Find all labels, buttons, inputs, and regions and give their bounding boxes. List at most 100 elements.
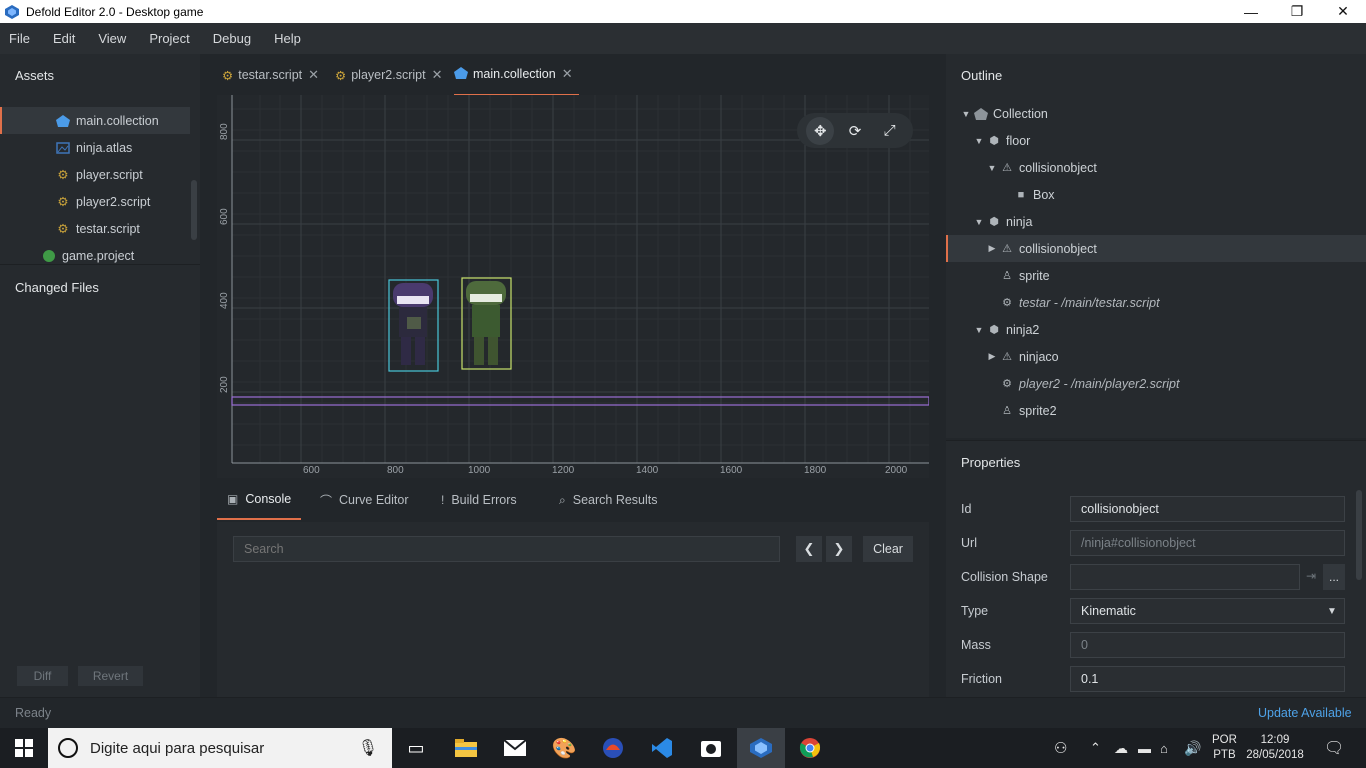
outline-item-ninja-collisionobject[interactable]: ▶ ⚠ collisionobject (946, 235, 1366, 262)
expand-icon[interactable]: ▼ (986, 163, 998, 173)
tab-label: player2.script (351, 68, 426, 82)
outline-item-ninjaco[interactable]: ▶ ⚠ ninjaco (946, 343, 1366, 370)
outline-label: ninja2 (1006, 322, 1040, 337)
properties-scrollbar[interactable] (1356, 490, 1362, 580)
camera-icon[interactable] (687, 728, 735, 768)
outline-item-player2-script[interactable]: ⚙ player2 - /main/player2.script (946, 370, 1366, 397)
tab-search-results[interactable]: ⌕ Search Results (559, 480, 658, 520)
menu-project[interactable]: Project (149, 31, 189, 46)
ninja-sprite[interactable] (388, 279, 439, 372)
asset-item-player2-script[interactable]: ⚙ player2.script (0, 188, 190, 215)
type-select[interactable]: Kinematic ▼ (1070, 598, 1345, 624)
file-explorer-icon[interactable] (442, 728, 490, 768)
language-indicator[interactable]: POR PTB (1212, 728, 1237, 768)
browse-button[interactable]: ... (1323, 564, 1345, 590)
console-search-input[interactable] (233, 536, 780, 562)
scale-tool-icon[interactable]: ⤢ (876, 117, 904, 145)
outline-label: floor (1006, 133, 1031, 148)
volume-icon[interactable]: 🔊 (1184, 728, 1201, 768)
scene-grid (231, 95, 929, 464)
tab-main-collection[interactable]: main.collection ✕ (454, 54, 579, 96)
asset-item-main-collection[interactable]: main.collection (0, 107, 190, 134)
task-view-icon[interactable]: ▭ (392, 728, 440, 768)
menu-file[interactable]: File (9, 31, 30, 46)
show-hidden-icons-icon[interactable]: ⌃ (1090, 728, 1101, 768)
menu-edit[interactable]: Edit (53, 31, 75, 46)
outline-item-testar-script[interactable]: ⚙ testar - /main/testar.script (946, 289, 1366, 316)
outline-item-ninja[interactable]: ▼ ⬢ ninja (946, 208, 1366, 235)
tab-label: Search Results (572, 493, 658, 507)
maximize-button[interactable]: ❐ (1274, 0, 1320, 23)
expand-icon[interactable]: ▶ (986, 243, 998, 254)
windows-taskbar: Digite aqui para pesquisar 🎙 ▭ 🎨 ⚇ ⌃ ☁ ▬… (0, 728, 1366, 768)
taskbar-search[interactable]: Digite aqui para pesquisar 🎙 (48, 728, 392, 768)
microphone-icon[interactable]: 🎙 (358, 738, 378, 758)
url-field[interactable]: /ninja#collisionobject (1070, 530, 1345, 556)
close-tab-icon[interactable]: ✕ (308, 67, 319, 83)
expand-icon[interactable]: ▼ (973, 136, 985, 146)
property-label-friction: Friction (961, 672, 1002, 686)
outline-item-sprite2[interactable]: ♙ sprite2 (946, 397, 1366, 424)
assets-scrollbar[interactable] (191, 180, 197, 240)
diff-button[interactable]: Diff (17, 666, 68, 686)
chrome-icon[interactable] (786, 728, 834, 768)
close-tab-icon[interactable]: ✕ (432, 67, 443, 83)
tab-build-errors[interactable]: ! Build Errors (441, 480, 517, 520)
update-available-link[interactable]: Update Available (1258, 706, 1352, 720)
expand-icon[interactable]: ▼ (973, 325, 985, 335)
chevron-down-icon[interactable]: ▼ (1320, 599, 1344, 623)
asset-item-testar-script[interactable]: ⚙ testar.script (0, 215, 190, 242)
outline-item-collection[interactable]: ▼ Collection (946, 100, 1366, 127)
goto-resource-icon[interactable]: ⇥ (1306, 569, 1316, 583)
asset-item-ninja-atlas[interactable]: ninja.atlas (0, 134, 190, 161)
x-tick-label: 1800 (804, 465, 827, 476)
friction-field[interactable]: 0.1 (1070, 666, 1345, 692)
console-icon: ▣ (227, 492, 239, 506)
id-field[interactable]: collisionobject (1070, 496, 1345, 522)
close-tab-icon[interactable]: ✕ (562, 66, 573, 82)
outline-item-ninja2[interactable]: ▼ ⬢ ninja2 (946, 316, 1366, 343)
outline-item-sprite[interactable]: ♙ sprite (946, 262, 1366, 289)
mail-icon[interactable] (491, 728, 539, 768)
asset-item-player-script[interactable]: ⚙ player.script (0, 161, 190, 188)
outline-item-floor[interactable]: ▼ ⬢ floor (946, 127, 1366, 154)
tab-testar-script[interactable]: ⚙ testar.script ✕ (222, 54, 319, 96)
collision-shape-field[interactable] (1070, 564, 1300, 590)
network-icon[interactable]: ⌂ (1160, 728, 1168, 768)
revert-button[interactable]: Revert (78, 666, 143, 686)
expand-icon[interactable]: ▼ (960, 109, 972, 119)
clock[interactable]: 12:09 28/05/2018 (1246, 728, 1304, 768)
collection-icon (974, 107, 988, 121)
defold-taskbar-icon[interactable] (737, 728, 785, 768)
tab-curve-editor[interactable]: ⌒ Curve Editor (320, 480, 409, 520)
tab-console[interactable]: ▣ Console (217, 480, 302, 520)
paint-icon[interactable]: 🎨 (540, 728, 588, 768)
previous-result-button[interactable]: ❮ (796, 536, 822, 562)
rotate-tool-icon[interactable]: ⟳ (841, 117, 869, 145)
mass-field[interactable]: 0 (1070, 632, 1345, 658)
script-gear-icon: ⚙ (57, 168, 69, 182)
menu-help[interactable]: Help (274, 31, 301, 46)
next-result-button[interactable]: ❯ (826, 536, 852, 562)
vscode-icon[interactable] (638, 728, 686, 768)
onedrive-icon[interactable]: ☁ (1114, 728, 1128, 768)
outline-item-floor-collisionobject[interactable]: ▼ ⚠ collisionobject (946, 154, 1366, 181)
close-button[interactable]: ✕ (1320, 0, 1366, 23)
minimize-button[interactable]: — (1228, 0, 1274, 23)
game-object-icon: ⬢ (989, 135, 999, 147)
people-icon[interactable]: ⚇ (1054, 728, 1067, 768)
properties-header: Properties (961, 455, 1021, 470)
app-icon[interactable] (589, 728, 637, 768)
scene-viewport[interactable]: 800 600 400 200 600 800 1000 1200 1400 1… (217, 95, 929, 478)
windows-start-icon[interactable] (0, 728, 48, 768)
battery-icon[interactable]: ▬ (1138, 728, 1151, 768)
expand-icon[interactable]: ▶ (986, 351, 998, 362)
tab-player2-script[interactable]: ⚙ player2.script ✕ (335, 54, 442, 96)
menu-view[interactable]: View (98, 31, 126, 46)
clear-button[interactable]: Clear (863, 536, 913, 562)
outline-item-box[interactable]: ■ Box (946, 181, 1366, 208)
menu-debug[interactable]: Debug (213, 31, 251, 46)
action-center-icon[interactable]: 🗨 (1324, 728, 1344, 768)
expand-icon[interactable]: ▼ (973, 217, 985, 227)
move-tool-icon[interactable]: ✥ (806, 116, 835, 145)
